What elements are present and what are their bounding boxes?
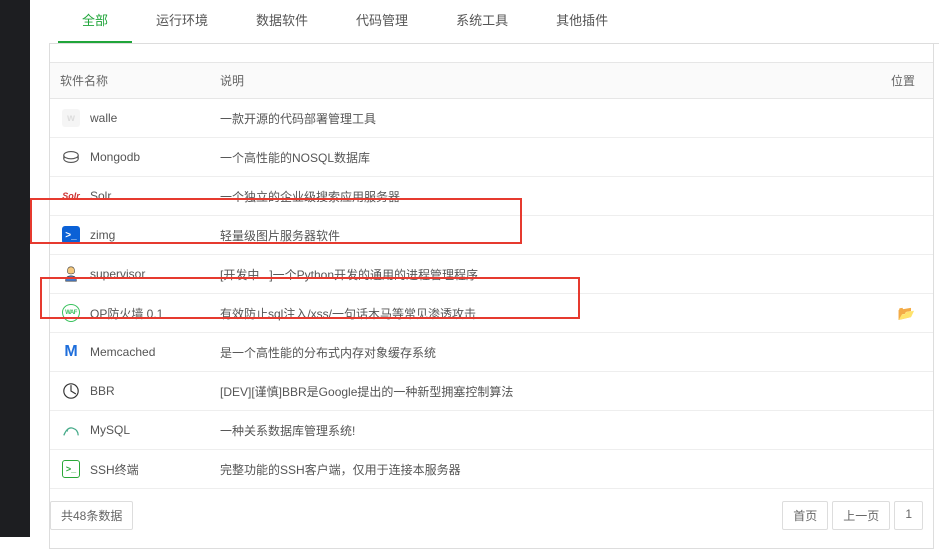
table-row[interactable]: BBR [DEV][谨慎]BBR是Google提出的一种新型拥塞控制算法 xyxy=(50,372,933,411)
software-table-wrap: 软件名称 说明 位置 wwalle 一款开源的代码部署管理工具 Mongodb 一个高… xyxy=(50,62,933,489)
software-name: Mongodb xyxy=(90,150,140,164)
software-loc: 📂 xyxy=(863,294,933,333)
software-loc xyxy=(863,255,933,294)
pager-page-1[interactable]: 1 xyxy=(894,501,923,530)
table-row[interactable]: MySQL 一种关系数据库管理系统! xyxy=(50,411,933,450)
software-name: supervisor xyxy=(90,267,145,281)
record-count: 共48条数据 xyxy=(50,501,133,530)
software-desc: [DEV][谨慎]BBR是Google提出的一种新型拥塞控制算法 xyxy=(210,372,863,411)
solr-icon: Solr xyxy=(62,187,80,205)
walle-icon: w xyxy=(62,109,80,127)
mongodb-icon xyxy=(62,148,80,166)
folder-icon[interactable]: 📂 xyxy=(898,305,915,321)
software-loc xyxy=(863,177,933,216)
table-footer: 共48条数据 首页 上一页 1 xyxy=(50,501,933,530)
tab-systools[interactable]: 系统工具 xyxy=(432,0,532,43)
pager-first[interactable]: 首页 xyxy=(782,501,828,530)
pagination: 首页 上一页 1 xyxy=(782,501,923,530)
tab-codemgmt[interactable]: 代码管理 xyxy=(332,0,432,43)
software-table: 软件名称 说明 位置 wwalle 一款开源的代码部署管理工具 Mongodb 一个高… xyxy=(50,62,933,489)
zimg-icon: >_ xyxy=(62,226,80,244)
waf-icon: WAF xyxy=(62,304,80,322)
software-name: zimg xyxy=(90,228,115,242)
bbr-icon xyxy=(62,382,80,400)
table-row[interactable]: >_ SSH终端 完整功能的SSH客户端，仅用于连接本服务器 xyxy=(50,450,933,489)
table-row[interactable]: wwalle 一款开源的代码部署管理工具 xyxy=(50,99,933,138)
tab-other[interactable]: 其他插件 xyxy=(532,0,632,43)
software-name: Memcached xyxy=(90,345,155,359)
mysql-icon xyxy=(62,421,80,439)
tab-runtime[interactable]: 运行环境 xyxy=(132,0,232,43)
ssh-icon: >_ xyxy=(62,460,80,478)
software-loc xyxy=(863,99,933,138)
software-name: BBR xyxy=(90,384,115,398)
table-row[interactable]: >_ zimg 轻量级图片服务器软件 xyxy=(50,216,933,255)
software-desc: [开发中...]一个Python开发的通用的进程管理程序 xyxy=(210,255,863,294)
pager-prev[interactable]: 上一页 xyxy=(832,501,890,530)
software-desc: 有效防止sql注入/xss/一句话木马等常见渗透攻击 xyxy=(210,294,863,333)
software-desc: 轻量级图片服务器软件 xyxy=(210,216,863,255)
software-name: MySQL xyxy=(90,423,130,437)
tab-all[interactable]: 全部 xyxy=(58,0,132,43)
software-name: SSH终端 xyxy=(90,461,139,478)
software-desc: 一个独立的企业级搜索应用服务器 xyxy=(210,177,863,216)
software-loc xyxy=(863,216,933,255)
table-row[interactable]: WAF OP防火墙 0.1 有效防止sql注入/xss/一句话木马等常见渗透攻击 📂 xyxy=(50,294,933,333)
software-loc xyxy=(863,450,933,489)
table-row[interactable]: supervisor [开发中...]一个Python开发的通用的进程管理程序 xyxy=(50,255,933,294)
software-desc: 是一个高性能的分布式内存对象缓存系统 xyxy=(210,333,863,372)
tabs-bar: 全部 运行环境 数据软件 代码管理 系统工具 其他插件 xyxy=(50,0,939,44)
software-name: walle xyxy=(90,111,117,125)
software-loc xyxy=(863,138,933,177)
col-loc: 位置 xyxy=(863,63,933,99)
software-desc: 完整功能的SSH客户端，仅用于连接本服务器 xyxy=(210,450,863,489)
software-desc: 一种关系数据库管理系统! xyxy=(210,411,863,450)
memcached-icon: M xyxy=(62,343,80,361)
col-desc: 说明 xyxy=(210,63,863,99)
table-row[interactable]: Solr Solr 一个独立的企业级搜索应用服务器 xyxy=(50,177,933,216)
software-desc: 一款开源的代码部署管理工具 xyxy=(210,99,863,138)
tab-datasoft[interactable]: 数据软件 xyxy=(232,0,332,43)
col-name: 软件名称 xyxy=(50,63,210,99)
supervisor-icon xyxy=(62,265,80,283)
software-loc xyxy=(863,372,933,411)
software-loc xyxy=(863,411,933,450)
software-desc: 一个高性能的NOSQL数据库 xyxy=(210,138,863,177)
table-row[interactable]: Mongodb 一个高性能的NOSQL数据库 xyxy=(50,138,933,177)
software-name: OP防火墙 0.1 xyxy=(90,305,163,322)
table-row[interactable]: M Memcached 是一个高性能的分布式内存对象缓存系统 xyxy=(50,333,933,372)
software-name: Solr xyxy=(90,189,111,203)
software-loc xyxy=(863,333,933,372)
